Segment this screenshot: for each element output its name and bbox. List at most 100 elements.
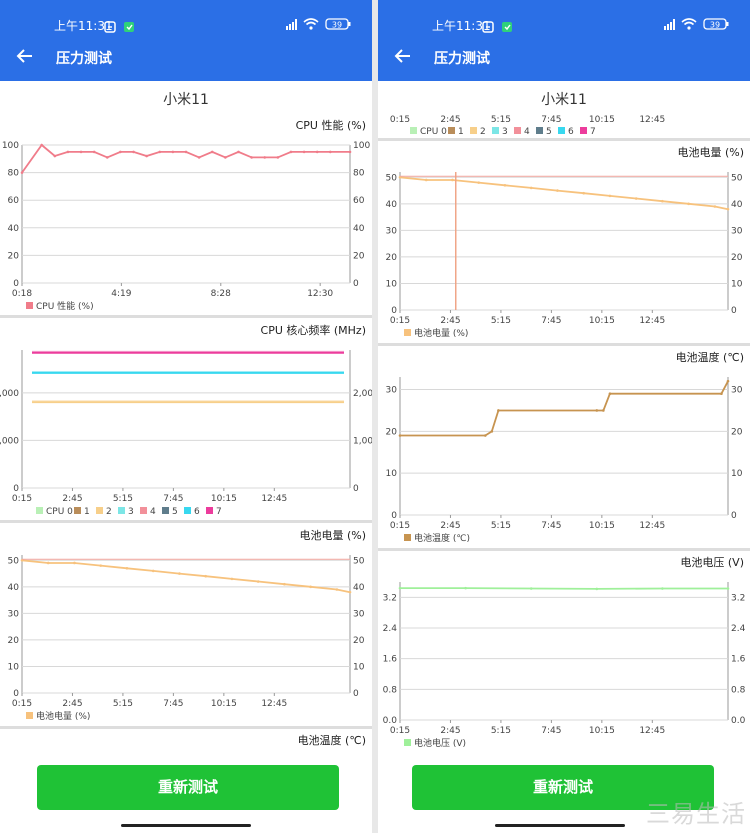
data-point [335,588,339,591]
data-point [105,156,109,159]
data-point [256,580,260,583]
y-tick-label-right: 50 [731,173,743,183]
x-tick-label: 5:15 [113,494,133,504]
x-tick-label: 2:45 [440,316,460,326]
data-point [477,181,481,184]
legend-swatch [26,302,33,309]
data-point [125,566,129,570]
wifi-icon [303,18,319,30]
legend-label: 6 [568,127,574,137]
y-tick-label-right: 0 [353,279,359,289]
retest-button[interactable]: 重新测试 [37,765,339,810]
notification-icons [482,18,516,37]
y-tick-label-right: 40 [731,200,743,210]
back-arrow-icon[interactable] [394,47,412,69]
y-tick-label: 40 [386,200,398,210]
legend-label: 电池温度 (℃) [414,532,470,544]
chart-title: 电池电压 (V) [680,556,744,569]
y-tick-label-right: 20 [353,636,365,646]
x-tick-label: 7:45 [163,494,183,504]
y-tick-label-right: 3.2 [731,593,745,603]
chart-voltage: 电池电压 (V) 0.0 0.0 0.8 0.8 1.6 1.6 2.4 2.4 3.2 3.2 0:… [378,552,750,756]
data-point [451,178,454,182]
legend-label: 7 [216,507,222,517]
legend-swatch [558,127,565,134]
data-point [582,191,585,195]
voltage-chart: 电池电压 (V) 0.0 0.0 0.8 0.8 1.6 1.6 2.4 2.4 3.2 3.2 0:… [383,556,746,749]
x-tick-label: 0:15 [12,699,32,709]
y-tick-label: 100 [2,141,19,151]
back-arrow-icon[interactable] [16,47,34,69]
legend-swatch [536,127,543,134]
x-tick-label: 5:15 [491,115,511,125]
x-tick-label: 12:45 [639,316,665,326]
data-point [490,430,494,433]
chart-cpu-perf: CPU 性能 (%) 0 0 20 20 40 40 60 60 80 80 100 100 0:18 4:… [0,115,372,319]
legend-label: 2 [106,507,112,517]
data-point [608,392,612,396]
x-tick-label: 4:19 [111,289,131,299]
temp-chart: 电池温度 (℃) 0 0 10 10 20 20 30 30 0:15 2:45 5:15 7:45 10… [386,350,744,544]
right-screenshot: 上午11:31 39 压力测试 小米11 0:15 2:45 5:15 7:45 10:… [378,0,750,833]
y-tick-label-right: 0 [353,484,359,494]
legend-label: 3 [502,127,508,137]
x-tick-label: 2:45 [62,494,82,504]
y-tick-label: 0 [13,484,19,494]
y-tick-label-right: 40 [353,583,365,593]
battery-icon: 39 [325,18,351,30]
legend-swatch [206,507,213,514]
series-line [400,587,728,590]
x-tick-label: 2:45 [62,699,82,709]
x-tick-label: 7:45 [541,115,561,125]
legend-swatch [140,507,147,514]
chart-cpu-freq: CPU 核心频率 (MHz) 0 0 1,000 1,000 2,000 2,000 0:15… [0,320,372,524]
chart-title: 电池电量 (%) [677,146,744,159]
data-point [224,156,227,159]
legend-swatch [580,127,587,134]
x-tick-label: 2:45 [440,521,460,531]
gesture-bar [495,824,625,827]
x-tick-label: 0:15 [390,726,410,736]
y-tick-label: 50 [386,173,398,183]
y-tick-label-right: 60 [353,196,365,206]
data-point [66,150,70,154]
y-tick-label-right: 10 [731,279,743,289]
battery-icon: 39 [703,18,729,30]
signal-icon [286,19,297,30]
legend-swatch [184,507,191,514]
data-point [315,150,319,154]
legend-swatch [514,127,521,134]
y-tick-label-right: 0 [353,689,359,699]
legend-label: 5 [172,507,178,517]
x-tick-label: 7:45 [541,316,561,326]
chart-title: 电池温度 (℃) [676,350,744,364]
y-tick-label-right: 10 [731,469,743,479]
data-point [329,150,332,154]
cpu-freq-chart-footer: 0:15 2:45 5:15 7:45 10:15 12:45 CPU 0 1 2 3 4 5 6 7 [390,115,665,137]
y-tick-label: 30 [8,609,20,619]
battery-chart: 电池电量 (%) 0 0 10 10 20 20 30 30 40 40 50 50 0:15 2:45 5:… [386,146,744,339]
legend-label: 1 [84,507,90,517]
gesture-bar [121,824,251,827]
data-point [230,577,234,581]
legend-label: CPU 0 [46,507,73,517]
y-tick-label: 10 [386,279,398,289]
y-tick-label-right: 30 [353,609,365,619]
data-point [424,178,428,182]
chart-title: CPU 核心频率 (MHz) [261,323,366,337]
x-tick-label: 12:45 [639,521,665,531]
divider [0,315,372,318]
data-point [713,205,717,208]
data-point [210,150,214,154]
data-point [263,156,267,159]
chart-title: 电池温度 (℃) [298,733,366,747]
legend-label: 4 [524,127,530,137]
x-tick-label: 0:15 [390,316,410,326]
legend-swatch [36,507,43,514]
data-point [529,186,533,190]
x-tick-label: 10:15 [211,494,237,504]
y-tick-label: 40 [8,224,20,234]
data-point [119,150,122,154]
y-tick-label: 0 [391,306,397,316]
y-tick-label: 20 [8,251,20,261]
